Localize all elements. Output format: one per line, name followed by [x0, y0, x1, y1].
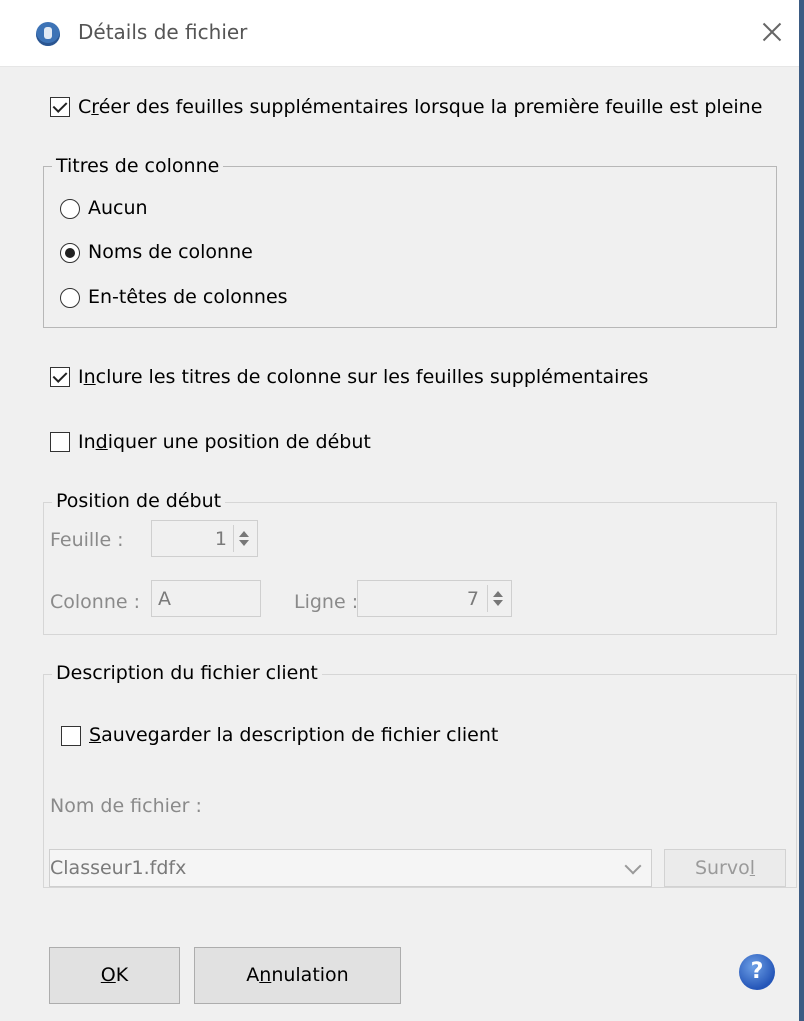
cancel-button[interactable]: Annulation: [194, 947, 401, 1004]
column-label: Colonne :: [50, 591, 141, 613]
label-part: auvegarder la description de fichier cli…: [101, 724, 499, 746]
mnemonic: l: [749, 857, 756, 879]
window-title: Détails de fichier: [78, 20, 248, 44]
browse-button[interactable]: Survol: [664, 849, 786, 887]
label-part: Survo: [694, 857, 750, 879]
column-value: A: [158, 588, 171, 610]
mnemonic: n: [83, 366, 96, 388]
mnemonic: n: [259, 964, 272, 986]
filename-value: Classeur1.fdfx: [50, 857, 187, 879]
app-icon: [36, 22, 60, 46]
filename-combobox[interactable]: Classeur1.fdfx: [49, 849, 652, 887]
client-file-legend: Description du fichier client: [52, 662, 322, 684]
row-spin-buttons[interactable]: [487, 585, 507, 612]
column-titles-legend: Titres de colonne: [52, 155, 224, 177]
ok-button[interactable]: OK: [49, 947, 180, 1004]
save-desc-checkbox[interactable]: [61, 726, 81, 746]
spin-down-icon[interactable]: [493, 600, 503, 606]
row-stepper[interactable]: 7: [357, 580, 512, 617]
row-value: 7: [466, 588, 479, 610]
mnemonic: S: [89, 724, 102, 746]
label-part: A: [246, 964, 260, 986]
radio-none-label[interactable]: Aucun: [88, 197, 148, 219]
label-part: In: [78, 431, 96, 453]
label-part: nulation: [271, 964, 349, 986]
sheet-stepper[interactable]: 1: [151, 520, 258, 557]
sheet-value: 1: [214, 528, 227, 550]
mnemonic: r: [91, 96, 99, 118]
label-part: C: [78, 96, 92, 118]
label-part: clure les titres de colonne sur les feui…: [95, 366, 649, 388]
label-part: iquer une position de début: [107, 431, 371, 453]
start-position-checkbox[interactable]: [50, 432, 70, 452]
label-part: éer des feuilles supplémentaires lorsque…: [98, 96, 763, 118]
spin-up-icon[interactable]: [239, 531, 249, 537]
radio-column-names-label[interactable]: Noms de colonne: [88, 241, 253, 263]
label-part: K: [115, 964, 129, 986]
help-icon[interactable]: ?: [739, 954, 775, 990]
sheet-spin-buttons[interactable]: [233, 525, 253, 552]
close-icon[interactable]: [758, 18, 786, 46]
filename-label: Nom de fichier :: [50, 795, 202, 817]
help-glyph: ?: [750, 959, 764, 984]
radio-column-names[interactable]: [60, 243, 80, 263]
spin-down-icon[interactable]: [239, 540, 249, 546]
spin-up-icon[interactable]: [493, 591, 503, 597]
create-sheets-checkbox[interactable]: [50, 97, 70, 117]
mnemonic: O: [100, 964, 116, 986]
include-titles-label[interactable]: Inclure les titres de colonne sur les fe…: [78, 366, 648, 388]
save-desc-label[interactable]: Sauvegarder la description de fichier cl…: [89, 724, 498, 746]
mnemonic: d: [95, 431, 108, 453]
sheet-label: Feuille :: [50, 529, 124, 551]
include-titles-checkbox[interactable]: [50, 367, 70, 387]
radio-column-headers[interactable]: [60, 288, 80, 308]
start-position-label[interactable]: Indiquer une position de début: [78, 431, 371, 453]
chevron-down-icon[interactable]: [624, 857, 642, 875]
row-label: Ligne :: [294, 591, 359, 613]
window-edge: [799, 0, 804, 1021]
radio-none[interactable]: [60, 199, 80, 219]
radio-column-headers-label[interactable]: En-têtes de colonnes: [88, 286, 288, 308]
create-sheets-label[interactable]: Créer des feuilles supplémentaires lorsq…: [78, 96, 762, 118]
title-bar: Détails de fichier: [0, 0, 799, 67]
column-input[interactable]: A: [151, 580, 261, 617]
start-position-legend: Position de début: [52, 490, 226, 512]
